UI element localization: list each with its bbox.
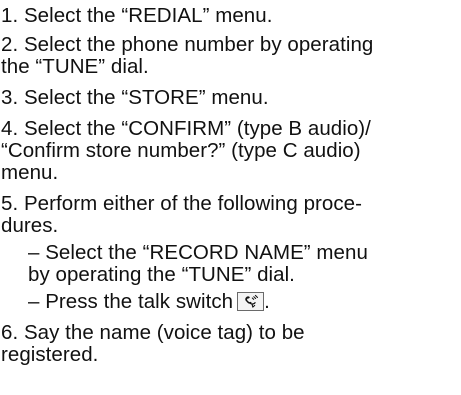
step-5-option-2-label: – Press the talk switch xyxy=(28,290,234,313)
step-6-continuation: registered. xyxy=(1,343,99,366)
step-4-continuation: “Confirm store number?” (type C audio) xyxy=(1,139,361,162)
step-2-text: 2. Select the phone number by operating xyxy=(1,33,374,56)
step-1-text: 1. Select the “REDIAL” menu. xyxy=(1,4,273,27)
instruction-document: 1. Select the “REDIAL” menu. 2. Select t… xyxy=(0,0,461,395)
step-5-text: 5. Perform either of the following proce… xyxy=(1,192,362,215)
step-4-text: 4. Select the “CONFIRM” (type B audio)/ xyxy=(1,117,371,140)
step-4-continuation-2: menu. xyxy=(1,161,59,184)
step-5-option-1: – Select the “RECORD NAME” menu xyxy=(28,241,368,264)
step-5-option-2-period: . xyxy=(264,290,270,313)
step-6-text: 6. Say the name (voice tag) to be xyxy=(1,321,305,344)
step-5-option-1-continuation: by operating the “TUNE” dial. xyxy=(28,263,295,286)
step-5-option-2: – Press the talk switch . xyxy=(28,291,270,313)
step-2-continuation: the “TUNE” dial. xyxy=(1,55,149,78)
step-5-continuation: dures. xyxy=(1,214,59,237)
talk-switch-icon xyxy=(237,292,265,311)
step-3-text: 3. Select the “STORE” menu. xyxy=(1,86,269,109)
